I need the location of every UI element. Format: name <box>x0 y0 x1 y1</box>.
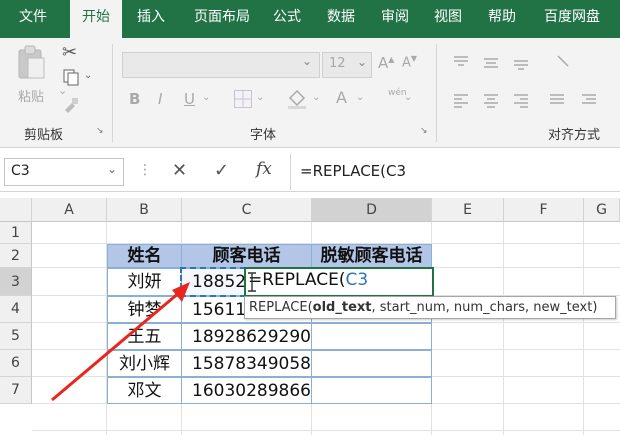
column-header-g[interactable]: G <box>584 198 620 222</box>
name-box-value: C3 <box>11 163 30 179</box>
decrease-font-icon[interactable]: A▼ <box>402 54 417 70</box>
tab-insert[interactable]: 插入 <box>128 0 174 38</box>
font-size-value: 12 <box>329 56 346 71</box>
name-box-chevron-icon[interactable]: ⌄ <box>107 162 117 176</box>
copy-icon[interactable] <box>62 68 80 86</box>
in-cell-reference: C3 <box>345 270 369 290</box>
table-header-masked-phone[interactable]: 脱敏顾客电话 <box>311 244 432 268</box>
table-header-phone[interactable]: 顾客电话 <box>181 244 312 268</box>
underline-button[interactable]: U <box>184 90 195 108</box>
table-header-name[interactable]: 姓名 <box>107 244 182 268</box>
table-cell-phone[interactable]: 16030289866 <box>181 377 312 404</box>
formula-text: =REPLACE(C3 <box>300 162 407 180</box>
fill-color-dropdown-icon[interactable]: ⌄ <box>312 92 320 103</box>
alignment-top-row <box>450 52 600 76</box>
tab-help[interactable]: 帮助 <box>479 0 525 38</box>
column-header-d[interactable]: D <box>312 198 432 222</box>
font-name-chevron-icon[interactable]: ⌄ <box>302 54 312 68</box>
increase-font-icon[interactable]: A▲ <box>378 54 394 72</box>
name-box[interactable]: C3 ⌄ <box>4 158 124 186</box>
tab-view[interactable]: 视图 <box>425 0 471 38</box>
font-launcher-icon[interactable]: ↘ <box>420 126 428 136</box>
font-name-dropdown[interactable] <box>122 52 320 78</box>
italic-button[interactable]: I <box>158 90 162 108</box>
table-cell-masked[interactable] <box>311 323 432 350</box>
in-cell-editor-text: =REPLACE(C3 <box>248 270 369 290</box>
font-size-chevron-icon: ⌄ <box>356 55 367 69</box>
function-tooltip[interactable]: REPLACE(old_text, start_num, num_chars, … <box>244 296 616 319</box>
red-arrow-annotation <box>51 282 190 402</box>
column-header-c[interactable]: C <box>182 198 312 222</box>
alignment-group-label: 对齐方式 <box>548 128 601 143</box>
column-header-a[interactable]: A <box>32 198 107 222</box>
row-header-6[interactable]: 6 <box>0 350 32 377</box>
tab-home[interactable]: 开始 <box>70 0 122 38</box>
ribbon-tab-bar: 文件 开始 插入 页面布局 公式 数据 审阅 视图 帮助 百度网盘 <box>0 0 620 38</box>
alignment-bottom-row <box>450 90 610 114</box>
column-header-b[interactable]: B <box>107 198 182 222</box>
formula-bar-grip-icon: ⋮ <box>138 162 152 178</box>
paste-label[interactable]: 粘贴 <box>18 86 44 105</box>
cancel-entry-button[interactable]: ✕ <box>172 160 187 181</box>
table-cell-phone[interactable]: 15878349058 <box>181 350 312 377</box>
tab-review[interactable]: 审阅 <box>372 0 418 38</box>
cut-icon[interactable]: ✂ <box>62 42 77 63</box>
tab-baidu-netdisk[interactable]: 百度网盘 <box>532 0 612 38</box>
font-group-label: 字体 <box>250 128 277 143</box>
row-header-1[interactable]: 1 <box>0 222 32 244</box>
in-cell-editor[interactable]: =REPLACE(C3 <box>244 267 434 297</box>
ribbon-home: 粘贴 ⌄ ✂ ⌄ 剪贴板 ↘ ⌄ 12 ⌄ A▲ A▼ B I U ⌄ ⌄ ⌄ … <box>0 38 620 148</box>
underline-dropdown-icon[interactable]: ⌄ <box>202 92 210 103</box>
tooltip-function-name[interactable]: REPLACE( <box>249 300 313 315</box>
table-cell-masked[interactable] <box>311 377 432 404</box>
table-cell-phone[interactable]: 18928629290 <box>181 323 312 350</box>
row-header-3[interactable]: 3 <box>0 268 32 296</box>
row-header-5[interactable]: 5 <box>0 323 32 350</box>
phonetic-dropdown-icon[interactable]: ⌄ <box>404 92 412 103</box>
borders-dropdown-icon[interactable]: ⌄ <box>256 92 264 103</box>
font-color-button[interactable]: A <box>336 88 347 107</box>
worksheet-grid: A B C D E F G 1 2 3 4 5 6 7 姓名 顾客电话 脱敏顾客… <box>0 198 620 435</box>
confirm-entry-button[interactable]: ✓ <box>214 160 229 181</box>
table-cell-masked[interactable] <box>311 350 432 377</box>
column-header-e[interactable]: E <box>432 198 504 222</box>
bold-button[interactable]: B <box>129 90 140 108</box>
tab-file[interactable]: 文件 <box>8 0 58 38</box>
column-header-f[interactable]: F <box>504 198 584 222</box>
paste-icon[interactable] <box>14 44 48 84</box>
text-cursor-icon <box>247 272 257 292</box>
font-size-dropdown[interactable]: 12 ⌄ <box>322 52 372 78</box>
tooltip-current-arg[interactable]: old_text <box>313 300 372 315</box>
formula-bar-divider <box>290 154 291 190</box>
tab-formulas[interactable]: 公式 <box>264 0 310 38</box>
clipboard-launcher-icon[interactable]: ↘ <box>96 126 104 136</box>
row-header-2[interactable]: 2 <box>0 244 32 268</box>
tooltip-remaining-args: , start_num, num_chars, new_text) <box>371 300 598 315</box>
row-header-4[interactable]: 4 <box>0 296 32 323</box>
fill-color-icon[interactable] <box>286 88 308 110</box>
formula-input[interactable]: =REPLACE(C3 <box>296 158 620 186</box>
formula-bar: C3 ⌄ ⋮ ✕ ✓ fx =REPLACE(C3 <box>0 152 620 192</box>
clipboard-group-label: 剪贴板 <box>24 128 64 143</box>
borders-icon[interactable] <box>234 90 252 108</box>
format-painter-icon[interactable] <box>62 96 80 114</box>
tab-data[interactable]: 数据 <box>318 0 364 38</box>
select-all-corner[interactable] <box>0 198 32 222</box>
insert-function-button[interactable]: fx <box>256 159 272 179</box>
font-color-dropdown-icon[interactable]: ⌄ <box>356 92 364 103</box>
copy-dropdown-icon[interactable]: ⌄ <box>84 70 92 81</box>
row-header-7[interactable]: 7 <box>0 377 32 404</box>
tab-page-layout[interactable]: 页面布局 <box>182 0 262 38</box>
